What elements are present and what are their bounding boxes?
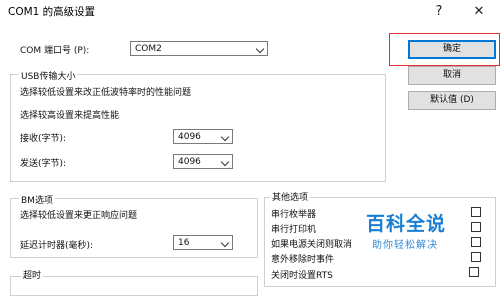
receive-label: 接收(字节): xyxy=(20,134,67,144)
misc-option-label: 串行枚举器 xyxy=(271,210,317,220)
misc-option-label: 如果电源关闭则取消 xyxy=(271,240,353,250)
misc-option-label: 串行打印机 xyxy=(271,225,317,235)
bm-desc: 选择较低设置来更正响应问题 xyxy=(20,211,138,221)
usb-desc-high: 选择较高设置来提高性能 xyxy=(20,111,120,121)
receive-select[interactable]: 4096 xyxy=(173,129,233,144)
send-label: 发送(字节): xyxy=(20,159,67,169)
com-port-label: COM 端口号 (P): xyxy=(20,46,90,56)
timeouts-group-title: 超时 xyxy=(21,268,44,281)
timeouts-group-box xyxy=(10,276,258,296)
ok-button[interactable]: 确定 xyxy=(408,40,496,59)
serial-printer-checkbox[interactable] xyxy=(471,222,481,232)
chevron-down-icon xyxy=(220,157,230,167)
default-button[interactable]: 默认值 (D) xyxy=(408,91,496,110)
misc-option-label: 关闭时设置RTS xyxy=(271,271,333,281)
cancel-if-power-off-checkbox[interactable] xyxy=(471,237,481,247)
usb-group-title: USB传输大小 xyxy=(19,69,78,82)
misc-option-label: 意外移除时事件 xyxy=(271,255,335,265)
set-rts-on-close-checkbox[interactable] xyxy=(469,267,479,277)
usb-desc-low: 选择较低设置来改正低波特率时的性能问题 xyxy=(20,88,192,98)
window-title: COM1 的高级设置 xyxy=(8,6,96,18)
receive-value: 4096 xyxy=(178,132,201,142)
chevron-down-icon xyxy=(220,132,230,142)
watermark: 百科全说 助你轻松解决 xyxy=(352,207,468,257)
cancel-button[interactable]: 取消 xyxy=(408,66,496,85)
send-select[interactable]: 4096 xyxy=(173,154,233,169)
close-button[interactable]: ✕ xyxy=(468,2,490,22)
help-button[interactable]: ? xyxy=(428,2,450,22)
misc-group-title: 其他选项 xyxy=(270,190,311,203)
send-value: 4096 xyxy=(178,157,201,167)
event-on-surprise-removal-checkbox[interactable] xyxy=(471,252,481,262)
latency-value: 16 xyxy=(178,238,190,248)
com-port-select[interactable]: COM2 xyxy=(130,41,268,56)
bm-group-title: BM选项 xyxy=(19,193,55,206)
serial-enumerator-checkbox[interactable] xyxy=(471,207,481,217)
com-port-value: COM2 xyxy=(135,44,162,54)
latency-select[interactable]: 16 xyxy=(173,235,233,250)
watermark-title: 百科全说 xyxy=(366,213,447,235)
chevron-down-icon xyxy=(255,44,265,54)
watermark-subtitle: 助你轻松解决 xyxy=(372,240,438,251)
chevron-down-icon xyxy=(220,238,230,248)
latency-label: 延迟计时器(毫秒): xyxy=(20,241,94,251)
